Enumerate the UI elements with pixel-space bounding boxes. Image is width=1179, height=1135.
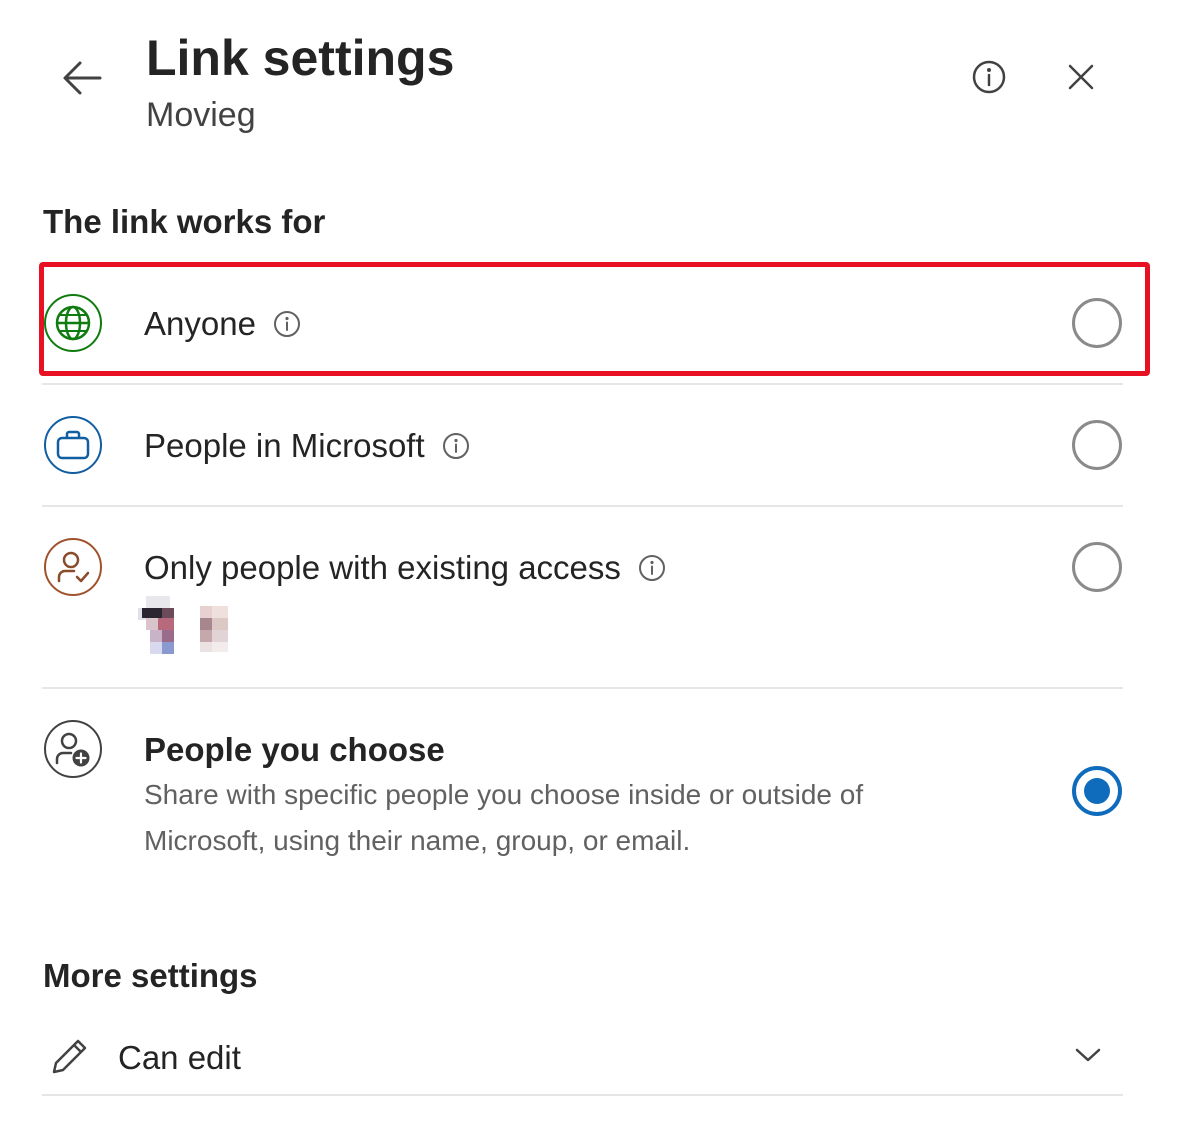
option-description: Share with specific people you choose in… bbox=[144, 779, 864, 856]
info-icon[interactable] bbox=[441, 431, 471, 461]
globe-icon bbox=[44, 294, 102, 352]
chevron-down-icon bbox=[1074, 1046, 1102, 1069]
more-settings-heading: More settings bbox=[43, 957, 258, 994]
briefcase-icon bbox=[44, 416, 102, 474]
close-icon bbox=[1068, 64, 1094, 90]
option-label-people-you-choose: People you choose bbox=[144, 731, 445, 768]
divider bbox=[42, 505, 1123, 507]
back-button[interactable] bbox=[56, 54, 108, 102]
info-button[interactable] bbox=[966, 54, 1012, 100]
info-icon[interactable] bbox=[637, 553, 667, 583]
option-people-you-choose[interactable]: People you choose Share with specific pe… bbox=[42, 692, 1123, 882]
person-add-icon bbox=[44, 720, 102, 778]
option-label-people-in-org: People in Microsoft bbox=[144, 427, 425, 464]
arrow-left-icon bbox=[63, 61, 102, 95]
option-label-anyone: Anyone bbox=[144, 305, 256, 342]
option-existing-access[interactable]: Only people with existing access bbox=[42, 510, 1123, 686]
radio-people-you-choose[interactable] bbox=[1072, 766, 1122, 816]
permission-value: Can edit bbox=[118, 1039, 241, 1076]
avatar bbox=[138, 596, 186, 656]
info-icon[interactable] bbox=[272, 309, 302, 339]
divider bbox=[42, 1094, 1123, 1096]
file-name: Movieg bbox=[146, 96, 256, 134]
option-anyone[interactable]: Anyone bbox=[42, 268, 1123, 378]
radio-anyone[interactable] bbox=[1072, 298, 1122, 348]
link-works-for-heading: The link works for bbox=[43, 203, 326, 240]
divider bbox=[42, 383, 1123, 385]
pencil-icon bbox=[50, 1036, 90, 1081]
option-people-in-org[interactable]: People in Microsoft bbox=[42, 388, 1123, 504]
person-check-icon bbox=[44, 538, 102, 596]
permission-dropdown[interactable]: Can edit bbox=[42, 1018, 1123, 1094]
option-label-existing-access: Only people with existing access bbox=[144, 549, 621, 586]
avatar bbox=[194, 596, 242, 656]
page-title: Link settings bbox=[146, 30, 455, 86]
divider bbox=[42, 687, 1123, 689]
close-button[interactable] bbox=[1058, 54, 1104, 100]
radio-dot bbox=[1084, 778, 1110, 804]
radio-people-in-org[interactable] bbox=[1072, 420, 1122, 470]
info-icon bbox=[972, 60, 1006, 94]
radio-existing-access[interactable] bbox=[1072, 542, 1122, 592]
